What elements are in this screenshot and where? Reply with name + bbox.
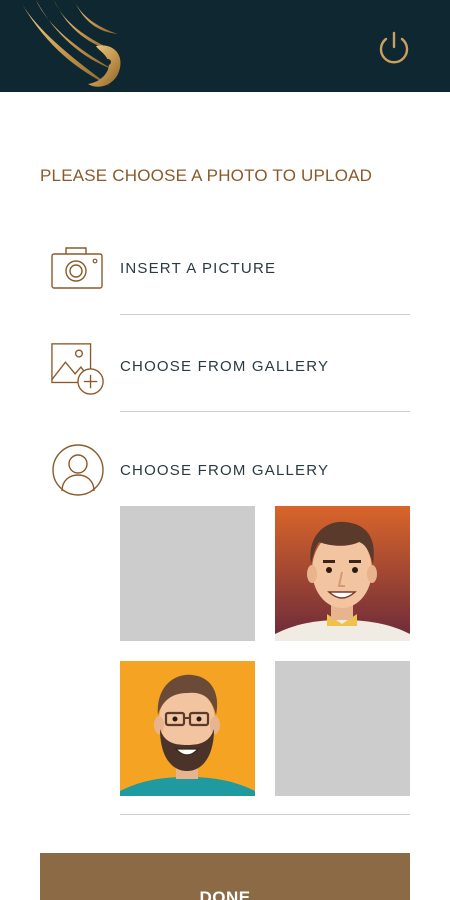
bearded-man-glasses-avatar — [120, 661, 255, 796]
choose-gallery-label: CHOOSE FROM GALLERY — [120, 358, 330, 375]
upload-prompt-title: PLEASE CHOOSE A PHOTO TO UPLOAD — [40, 166, 373, 185]
choose-gallery-option[interactable]: CHOOSE FROM GALLERY — [0, 338, 450, 428]
divider — [120, 411, 410, 412]
app-header — [0, 0, 450, 92]
bearded-man-avatar-tile[interactable] — [120, 661, 255, 796]
choose-avatar-label: CHOOSE FROM GALLERY — [120, 462, 330, 479]
avatar-placeholder-tile[interactable] — [120, 506, 255, 641]
avatar-placeholder-tile[interactable] — [275, 661, 410, 796]
gallery-add-icon — [51, 343, 104, 395]
done-button[interactable]: DONE — [40, 853, 410, 900]
divider — [120, 314, 410, 315]
insert-picture-label: INSERT A PICTURE — [120, 260, 277, 277]
young-man-avatar — [275, 506, 410, 641]
power-icon[interactable] — [376, 30, 412, 68]
young-man-avatar-tile[interactable] — [275, 506, 410, 641]
user-avatar-icon — [52, 444, 104, 496]
divider — [120, 814, 410, 815]
camera-icon — [51, 247, 103, 289]
golden-wing-logo — [22, 0, 121, 87]
avatar-grid — [120, 506, 410, 796]
